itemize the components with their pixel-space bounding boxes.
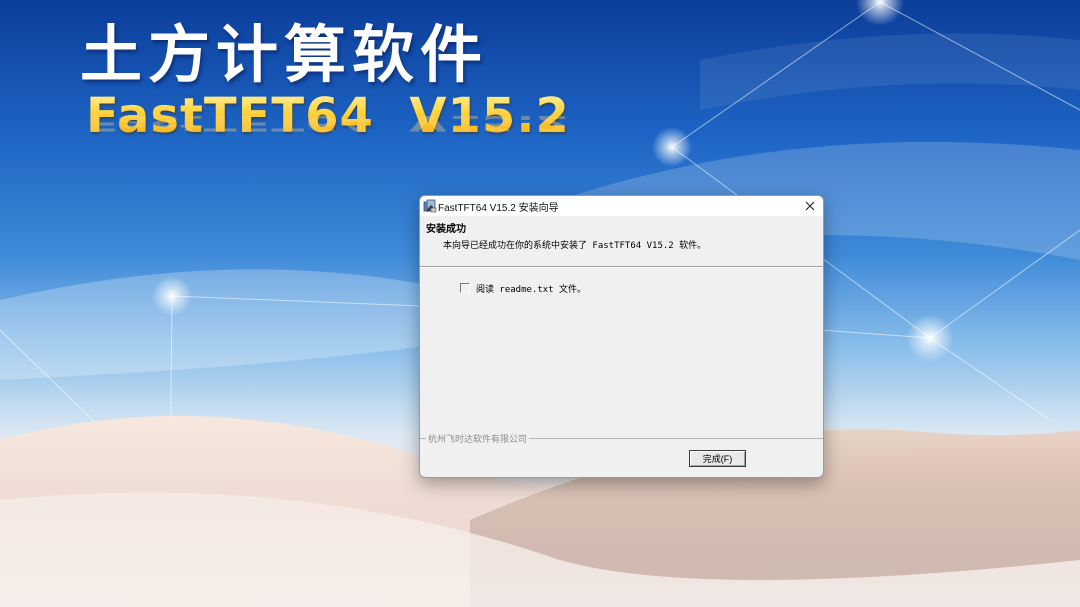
hero-title: 土方计算软件 bbox=[80, 18, 489, 91]
header-message: 本向导已经成功在你的系统中安装了 FastTFT64 V15.2 软件。 bbox=[443, 241, 707, 251]
close-button[interactable] bbox=[797, 196, 823, 216]
company-name: 杭州飞时达软件有限公司 bbox=[426, 432, 530, 445]
readme-checkbox[interactable] bbox=[460, 283, 470, 293]
hero-version-reflection: FastTFT64 V15.2 bbox=[86, 110, 570, 136]
window-title: FastTFT64 V15.2 安装向导 bbox=[438, 203, 559, 214]
header-separator bbox=[420, 266, 823, 268]
header-panel: 安装成功 本向导已经成功在你的系统中安装了 FastTFT64 V15.2 软件… bbox=[420, 216, 823, 266]
readme-checkbox-label[interactable]: 阅读 readme.txt 文件。 bbox=[476, 282, 586, 295]
title-bar[interactable]: FastTFT64 V15.2 安装向导 bbox=[420, 196, 823, 217]
installer-dialog: FastTFT64 V15.2 安装向导 安装成功 本向导已经成功在你的系统中安… bbox=[419, 195, 824, 478]
readme-checkbox-row[interactable]: 阅读 readme.txt 文件。 bbox=[460, 281, 586, 295]
installer-app-icon bbox=[423, 199, 437, 213]
header-title: 安装成功 bbox=[426, 224, 466, 235]
finish-button[interactable]: 完成(F) bbox=[689, 450, 746, 467]
close-icon bbox=[805, 201, 815, 211]
